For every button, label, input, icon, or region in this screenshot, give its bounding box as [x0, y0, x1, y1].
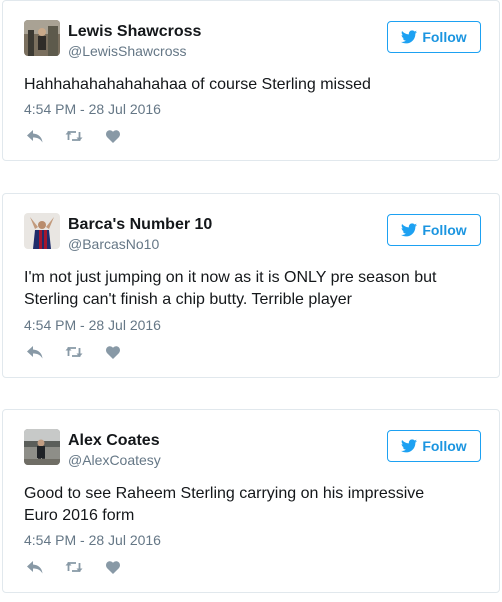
- heart-icon[interactable]: [104, 344, 122, 360]
- author-name[interactable]: Barca's Number 10: [68, 215, 212, 235]
- avatar[interactable]: [24, 213, 60, 249]
- tweet-text: I'm not just jumping on it now as it is …: [24, 269, 437, 308]
- twitter-bird-icon: [401, 30, 418, 44]
- tweet-timestamp[interactable]: 4:54 PM - 28 Jul 2016: [24, 531, 161, 549]
- reply-icon[interactable]: [26, 344, 44, 360]
- tweet-timestamp[interactable]: 4:54 PM - 28 Jul 2016: [24, 100, 161, 118]
- heart-icon[interactable]: [104, 128, 122, 144]
- tweet-text: Hahhahahahahahahaa of course Sterling mi…: [24, 76, 371, 93]
- follow-button[interactable]: Follow: [387, 430, 481, 462]
- twitter-bird-icon: [401, 223, 418, 237]
- tweet-actions: [26, 128, 143, 144]
- follow-label: Follow: [422, 438, 467, 454]
- retweet-icon[interactable]: [65, 344, 83, 360]
- retweet-icon[interactable]: [65, 559, 83, 575]
- tweet-card: Alex Coates @AlexCoatesy Follow Good to …: [2, 409, 500, 593]
- author-name[interactable]: Lewis Shawcross: [68, 22, 201, 42]
- author-handle[interactable]: @AlexCoatesy: [68, 451, 161, 469]
- twitter-bird-icon: [401, 439, 418, 453]
- reply-icon[interactable]: [26, 128, 44, 144]
- author-handle[interactable]: @BarcasNo10: [68, 235, 159, 253]
- tweet-timestamp[interactable]: 4:54 PM - 28 Jul 2016: [24, 316, 161, 334]
- tweet-card: Lewis Shawcross @LewisShawcross Follow H…: [2, 0, 500, 161]
- follow-label: Follow: [422, 29, 467, 45]
- heart-icon[interactable]: [104, 559, 122, 575]
- reply-icon[interactable]: [26, 559, 44, 575]
- follow-button[interactable]: Follow: [387, 21, 481, 53]
- follow-label: Follow: [422, 222, 467, 238]
- tweet-card: Barca's Number 10 @BarcasNo10 Follow I'm…: [2, 193, 500, 378]
- tweet-actions: [26, 559, 143, 575]
- tweet-text: Good to see Raheem Sterling carrying on …: [24, 485, 425, 524]
- avatar[interactable]: [24, 20, 60, 56]
- follow-button[interactable]: Follow: [387, 214, 481, 246]
- avatar[interactable]: [24, 429, 60, 465]
- author-name[interactable]: Alex Coates: [68, 431, 160, 451]
- retweet-icon[interactable]: [65, 128, 83, 144]
- tweet-actions: [26, 344, 143, 360]
- author-handle[interactable]: @LewisShawcross: [68, 42, 186, 60]
